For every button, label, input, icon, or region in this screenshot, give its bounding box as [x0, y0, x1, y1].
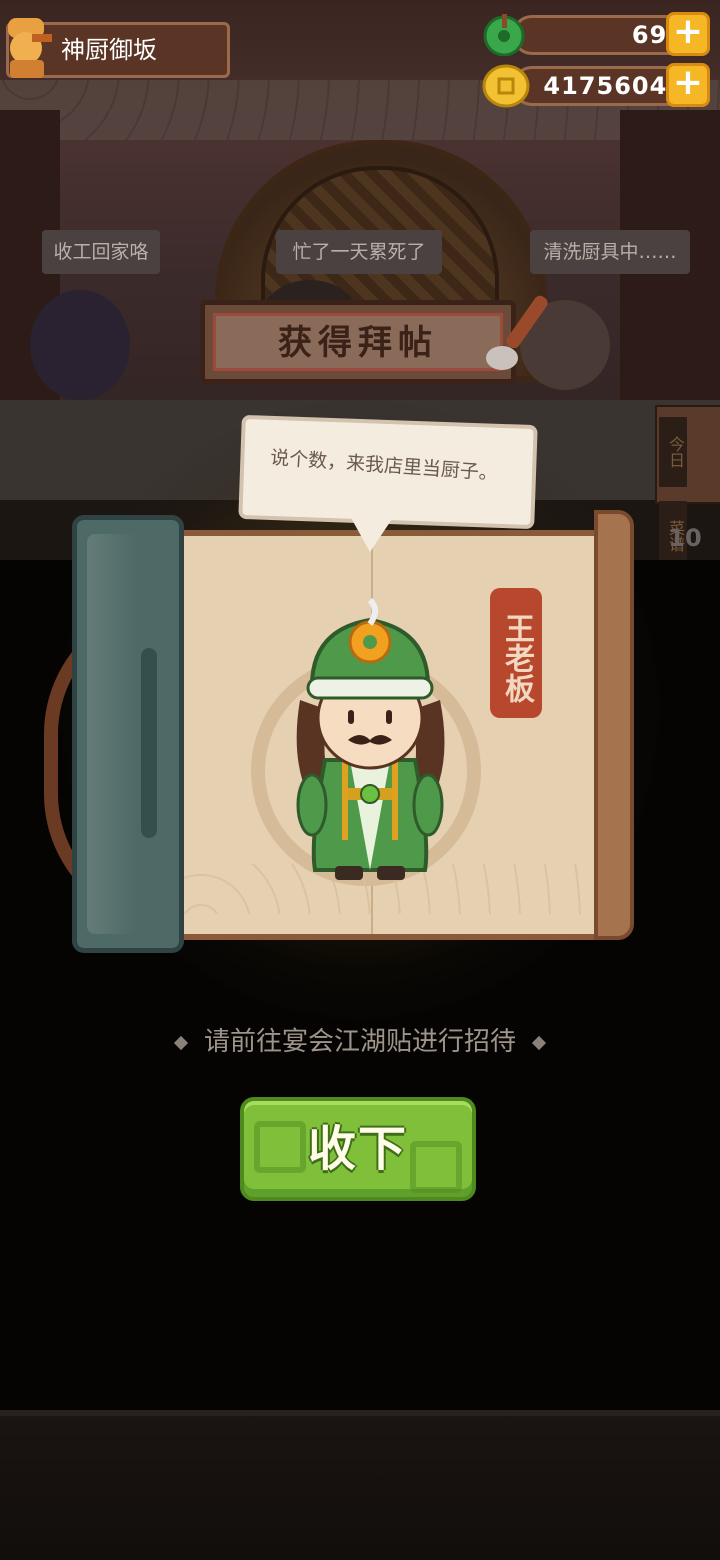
npc-name-stamp: 王老板: [490, 588, 542, 718]
cover-highlight: [87, 534, 137, 934]
npc-bubble-1: 收工回家咯: [42, 230, 160, 274]
cover-groove: [141, 648, 157, 838]
accept-button-label: 收下: [307, 1121, 408, 1177]
diamond-right-icon: [531, 1035, 547, 1050]
counter-number: 10: [668, 524, 702, 552]
npc-chibi-left: [30, 290, 130, 400]
title-sign-text: 获得拜帖: [213, 313, 503, 371]
brush-icon: [486, 295, 548, 370]
side-tabs: 今日 菜谱: [655, 405, 720, 560]
book-edge: [594, 510, 634, 940]
bottom-bar: [0, 1410, 720, 1560]
player-title: 神厨御坂: [61, 36, 157, 64]
npc-character: [296, 597, 445, 880]
jade-icon: [483, 14, 525, 56]
diamond-left-icon: [173, 1035, 189, 1050]
accept-button[interactable]: 收下: [240, 1097, 476, 1201]
add-coin-button[interactable]: +: [666, 63, 710, 107]
speech-tail: [350, 516, 394, 552]
hint-text-row: 请前往宴会江湖贴进行招待: [0, 1022, 720, 1062]
chef-avatar-icon: [8, 18, 52, 78]
side-tab-1: 今日: [659, 417, 687, 487]
book-cover: [72, 515, 184, 953]
add-jade-button[interactable]: +: [666, 12, 710, 56]
hint-text: 请前往宴会江湖贴进行招待: [203, 1027, 516, 1057]
speech-bubble: 说个数，来我店里当厨子。: [238, 414, 538, 552]
npc-bubble-3: 清洗厨具中……: [530, 230, 690, 274]
npc-bubble-2: 忙了一天累死了: [276, 230, 442, 274]
coin-icon: [482, 64, 530, 108]
coin-count: 41756049: [543, 72, 685, 100]
title-sign: 获得拜帖: [200, 300, 516, 384]
